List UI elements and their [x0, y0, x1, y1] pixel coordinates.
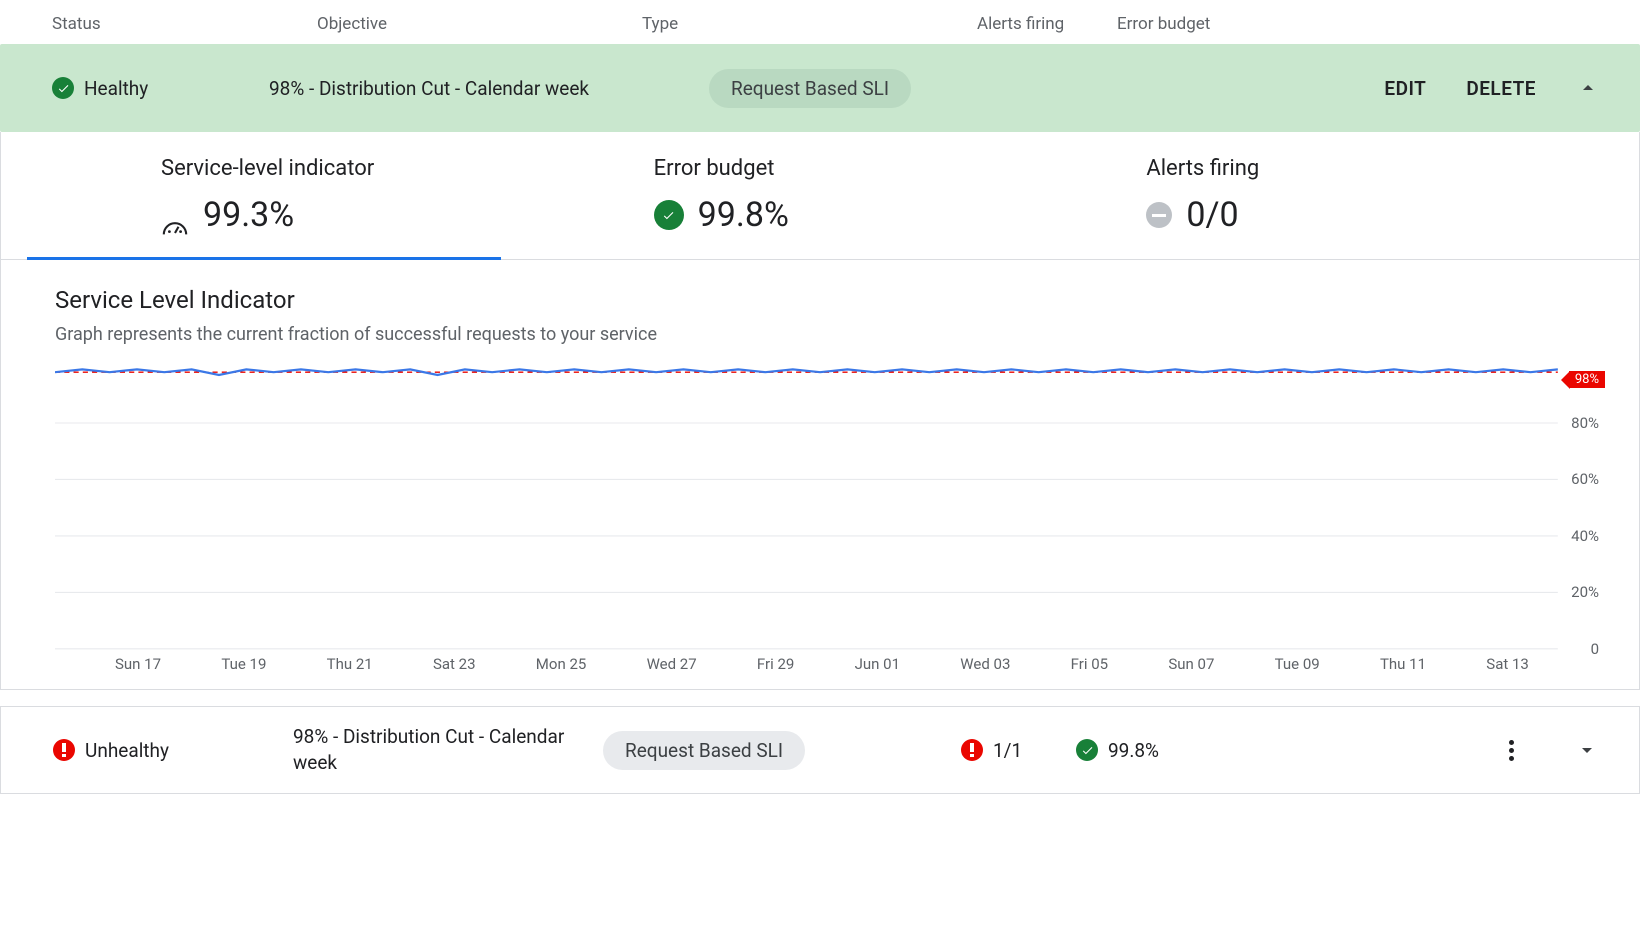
x-tick: Fri 05: [1071, 655, 1108, 673]
col-header-budget: Error budget: [1117, 14, 1640, 34]
x-axis-labels: Sun 17 Tue 19 Thu 21 Sat 23 Mon 25 Wed 27 Fri …: [115, 655, 1529, 673]
x-tick: Fri 29: [757, 655, 794, 673]
x-tick: Jun 01: [855, 655, 900, 673]
metric-alerts-title: Alerts firing: [1146, 156, 1639, 181]
metric-budget-title: Error budget: [654, 156, 1147, 181]
col-header-type: Type: [642, 14, 977, 34]
metric-sli-title: Service-level indicator: [161, 156, 654, 181]
error-budget-value: 99.8%: [1108, 739, 1159, 762]
gauge-icon: [161, 205, 189, 225]
slo-row-unhealthy[interactable]: Unhealthy 98% - Distribution Cut - Calen…: [0, 706, 1640, 794]
objective-text: 98% - Distribution Cut - Calendar week: [293, 724, 603, 775]
x-tick: Tue 09: [1275, 655, 1320, 673]
alert-circle-icon: [961, 739, 983, 761]
x-tick: Sat 23: [433, 655, 476, 673]
x-tick: Sun 07: [1168, 655, 1214, 673]
x-tick: Thu 21: [327, 655, 373, 673]
status-label: Healthy: [84, 77, 148, 100]
type-pill: Request Based SLI: [709, 69, 911, 108]
check-circle-icon: [52, 77, 74, 99]
x-tick: Wed 27: [647, 655, 697, 673]
type-pill: Request Based SLI: [603, 731, 805, 770]
edit-button[interactable]: EDIT: [1384, 77, 1426, 100]
metric-sli-value: 99.3%: [203, 195, 294, 235]
sli-chart[interactable]: 020%40%60%80% 98% Sun 17Tue 19Thu 21Sat …: [55, 361, 1599, 671]
metric-budget[interactable]: Error budget 99.8%: [654, 156, 1147, 235]
metric-alerts-value: 0/0: [1186, 195, 1238, 235]
slo-row-healthy[interactable]: Healthy 98% - Distribution Cut - Calenda…: [0, 44, 1640, 132]
chevron-down-icon[interactable]: [1575, 738, 1599, 762]
status-label: Unhealthy: [85, 739, 169, 762]
x-tick: Sun 17: [115, 655, 161, 673]
objective-text: 98% - Distribution Cut - Calendar week: [269, 77, 709, 100]
sli-chart-svg: [55, 361, 1599, 671]
sli-chart-section: Service Level Indicator Graph represents…: [1, 260, 1639, 689]
x-tick: Thu 11: [1380, 655, 1426, 673]
alert-circle-icon: [53, 739, 75, 761]
metric-sli[interactable]: Service-level indicator 99.3%: [161, 156, 654, 235]
table-header: Status Objective Type Alerts firing Erro…: [0, 0, 1640, 44]
threshold-label: 98%: [1569, 371, 1605, 388]
chart-subtitle: Graph represents the current fraction of…: [55, 324, 1599, 345]
metric-alerts[interactable]: Alerts firing 0/0: [1146, 156, 1639, 235]
metrics-row: Service-level indicator 99.3% Error budg…: [1, 132, 1639, 260]
x-tick: Tue 19: [221, 655, 266, 673]
col-header-objective: Objective: [317, 14, 642, 34]
x-tick: Wed 03: [960, 655, 1010, 673]
alerts-firing-value: 1/1: [993, 739, 1022, 762]
more-menu-icon[interactable]: [1499, 738, 1523, 762]
x-tick: Mon 25: [536, 655, 587, 673]
check-circle-icon: [1076, 739, 1098, 761]
chevron-up-icon[interactable]: [1576, 76, 1600, 100]
slo-expanded-panel: Service-level indicator 99.3% Error budg…: [0, 132, 1640, 690]
col-header-alerts: Alerts firing: [977, 14, 1117, 34]
delete-button[interactable]: DELETE: [1466, 77, 1536, 100]
minus-circle-icon: [1146, 202, 1172, 228]
check-circle-icon: [654, 200, 684, 230]
metric-budget-value: 99.8%: [698, 195, 789, 235]
chart-title: Service Level Indicator: [55, 286, 1599, 314]
col-header-status: Status: [52, 14, 317, 34]
x-tick: Sat 13: [1486, 655, 1529, 673]
